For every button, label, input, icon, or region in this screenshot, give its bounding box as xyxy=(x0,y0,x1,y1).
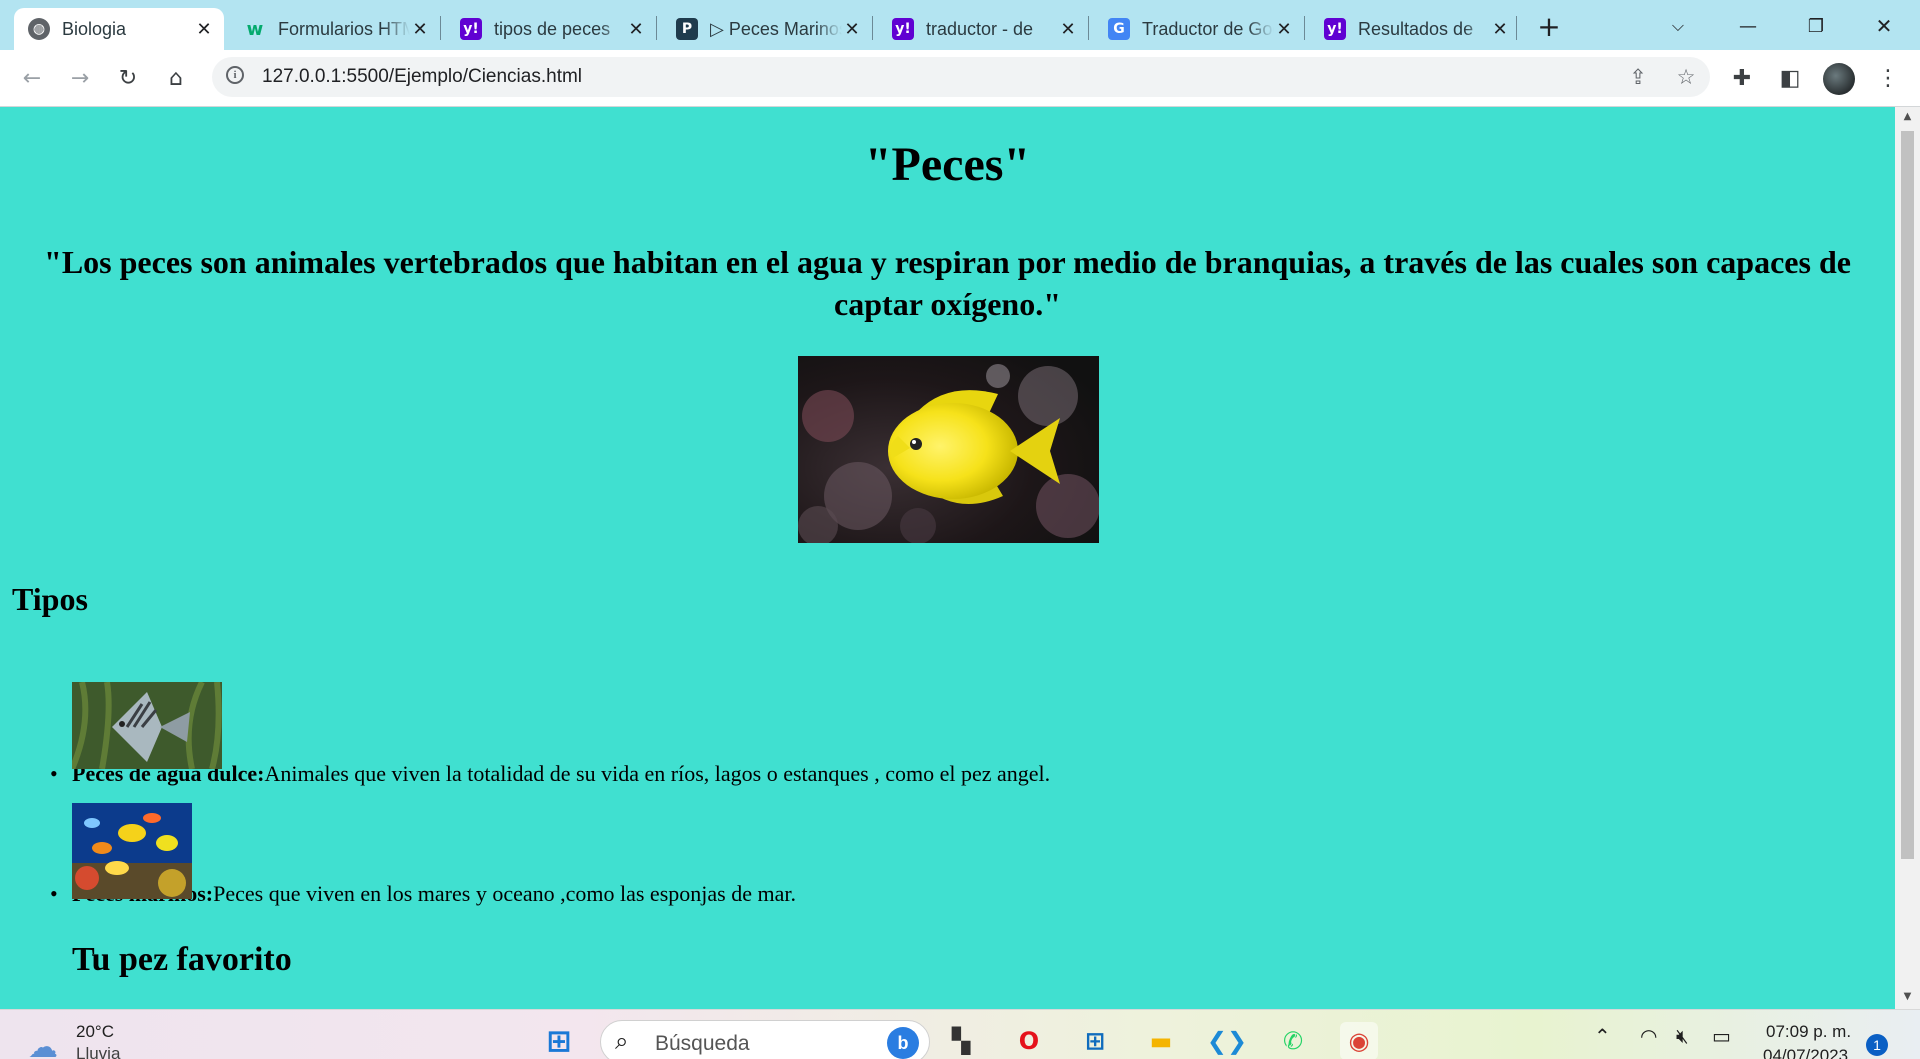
browser-toolbar: ← → ↻ ⌂ i 127.0.0.1:5500/Ejemplo/Ciencia… xyxy=(0,50,1920,107)
windows-start-icon[interactable]: ⊞ xyxy=(540,1022,578,1059)
tab-separator xyxy=(1088,16,1089,40)
page-scrollbar[interactable]: ▲ ▼ xyxy=(1895,107,1920,1009)
search-icon: ⌕ xyxy=(615,1027,629,1055)
tab-separator xyxy=(1516,16,1517,40)
tab-separator xyxy=(440,16,441,40)
tab-separator xyxy=(1304,16,1305,40)
favorite-fish-heading: Tu pez favorito xyxy=(72,941,292,978)
globe-icon: ◍ xyxy=(28,18,50,40)
bullet-icon: • xyxy=(50,881,58,906)
tab-separator xyxy=(656,16,657,40)
weather-temperature[interactable]: 20°C xyxy=(76,1022,114,1042)
share-icon[interactable]: ⇪ xyxy=(1622,61,1654,93)
tab-title: ▷ Peces Marinos xyxy=(710,18,842,39)
menu-kebab-icon[interactable]: ⋮ xyxy=(1870,60,1906,96)
tab-resultados[interactable]: y! Resultados de ✕ xyxy=(1310,8,1520,50)
clock-date[interactable]: 04/07/2023 xyxy=(1763,1046,1848,1059)
tab-strip: ◍ Biologia ✕ w Formularios HTML ✕ y! tip… xyxy=(0,0,1920,50)
show-hidden-icons-chevron[interactable]: ⌃ xyxy=(1594,1024,1611,1048)
tab-title: traductor - de xyxy=(926,18,1034,39)
tab-biologia[interactable]: ◍ Biologia ✕ xyxy=(14,8,224,50)
task-view-icon[interactable]: ▚ xyxy=(942,1022,980,1059)
minimize-button[interactable]: — xyxy=(1730,10,1766,42)
yahoo-icon: y! xyxy=(892,18,914,40)
yellow-fish-illustration xyxy=(798,356,1099,543)
google-translate-icon: G xyxy=(1108,18,1130,40)
tab-search-chevron-icon[interactable]: ⌵ xyxy=(1660,10,1696,42)
bookmark-star-icon[interactable]: ☆ xyxy=(1670,61,1702,93)
page-quote: "Los peces son animales vertebrados que … xyxy=(44,244,1851,322)
close-window-button[interactable]: ✕ xyxy=(1866,10,1902,42)
weather-description[interactable]: Lluvia xyxy=(76,1044,120,1059)
close-icon[interactable]: ✕ xyxy=(1058,19,1078,40)
weather-rain-icon[interactable]: ☁ xyxy=(28,1030,58,1059)
back-button[interactable]: ← xyxy=(14,60,50,96)
scroll-up-arrow-icon[interactable]: ▲ xyxy=(1895,111,1920,122)
reef-fish-illustration xyxy=(72,803,192,899)
url-text[interactable]: 127.0.0.1:5500/Ejemplo/Ciencias.html xyxy=(262,57,582,97)
scroll-down-arrow-icon[interactable]: ▼ xyxy=(1895,991,1920,1002)
tab-title: Formularios HTML xyxy=(278,18,410,39)
speaker-muted-icon[interactable]: 🔇︎ xyxy=(1676,1024,1689,1048)
scrollbar-thumb[interactable] xyxy=(1901,131,1914,859)
page-title: "Peces" xyxy=(864,138,1031,191)
type-description: Animales que viven la totalidad de su vi… xyxy=(264,761,1051,786)
tab-title: Traductor de Google xyxy=(1142,18,1274,39)
battery-icon[interactable]: ▭ xyxy=(1712,1024,1731,1048)
section-title-tipos: Tipos xyxy=(12,581,88,617)
type-description: Peces que viven en los mares y oceano ,c… xyxy=(213,881,796,906)
hero-image-yellow-fish xyxy=(798,356,1099,543)
site-info-icon[interactable]: i xyxy=(226,66,244,84)
tab-separator xyxy=(872,16,873,40)
yahoo-icon: y! xyxy=(460,18,482,40)
home-button[interactable]: ⌂ xyxy=(158,60,194,96)
yahoo-icon: y! xyxy=(1324,18,1346,40)
notification-badge[interactable]: 1 xyxy=(1866,1034,1888,1056)
close-icon[interactable]: ✕ xyxy=(842,19,862,40)
close-icon[interactable]: ✕ xyxy=(626,19,646,40)
close-icon[interactable]: ✕ xyxy=(194,19,214,40)
reef-fish-image xyxy=(72,803,192,899)
taskbar: ☁ 20°C Lluvia ⊞ ⌕ Búsqueda b ▚ O ⊞ ▬ ❮❯ … xyxy=(0,1009,1920,1059)
close-icon[interactable]: ✕ xyxy=(1274,19,1294,40)
vscode-icon[interactable]: ❮❯ xyxy=(1207,1022,1247,1059)
tab-traductor[interactable]: y! traductor - de ✕ xyxy=(878,8,1088,50)
file-explorer-icon[interactable]: ▬ xyxy=(1142,1022,1180,1059)
restore-button[interactable]: ❐ xyxy=(1798,10,1834,42)
taskbar-search[interactable]: ⌕ Búsqueda b xyxy=(600,1020,930,1059)
close-icon[interactable]: ✕ xyxy=(410,19,430,40)
close-icon[interactable]: ✕ xyxy=(1490,19,1510,40)
bing-icon[interactable]: b xyxy=(887,1027,919,1059)
profile-avatar[interactable] xyxy=(1823,63,1855,95)
angelfish-image xyxy=(72,682,222,769)
site-icon: P xyxy=(676,18,698,40)
reload-button[interactable]: ↻ xyxy=(110,60,146,96)
tab-title: Biologia xyxy=(62,18,127,39)
tab-peces-marinos[interactable]: P ▷ Peces Marinos ✕ xyxy=(662,8,872,50)
tab-title: tipos de peces xyxy=(494,18,611,39)
chrome-icon[interactable]: ◉ xyxy=(1340,1022,1378,1059)
opera-icon[interactable]: O xyxy=(1010,1022,1048,1059)
tab-title: Resultados de xyxy=(1358,18,1474,39)
page-content: "Peces" "Los peces son animales vertebra… xyxy=(0,107,1895,1009)
side-panel-icon[interactable]: ◧ xyxy=(1772,60,1808,96)
tab-tipos-de-peces[interactable]: y! tipos de peces ✕ xyxy=(446,8,656,50)
angelfish-illustration xyxy=(72,682,222,769)
new-tab-button[interactable]: + xyxy=(1531,10,1567,43)
bullet-icon: • xyxy=(50,761,58,786)
wifi-icon[interactable]: ◠ xyxy=(1640,1024,1657,1048)
search-placeholder[interactable]: Búsqueda xyxy=(655,1032,750,1056)
address-bar[interactable]: i 127.0.0.1:5500/Ejemplo/Ciencias.html ⇪… xyxy=(212,57,1710,97)
tab-google-translate[interactable]: G Traductor de Google ✕ xyxy=(1094,8,1304,50)
w3schools-icon: w xyxy=(246,18,264,40)
microsoft-store-icon[interactable]: ⊞ xyxy=(1076,1022,1114,1059)
forward-button[interactable]: → xyxy=(62,60,98,96)
extensions-puzzle-icon[interactable]: ✚ xyxy=(1724,60,1760,96)
whatsapp-icon[interactable]: ✆ xyxy=(1274,1022,1312,1059)
tab-formularios[interactable]: w Formularios HTML ✕ xyxy=(230,8,440,50)
clock-time[interactable]: 07:09 p. m. xyxy=(1766,1022,1851,1042)
